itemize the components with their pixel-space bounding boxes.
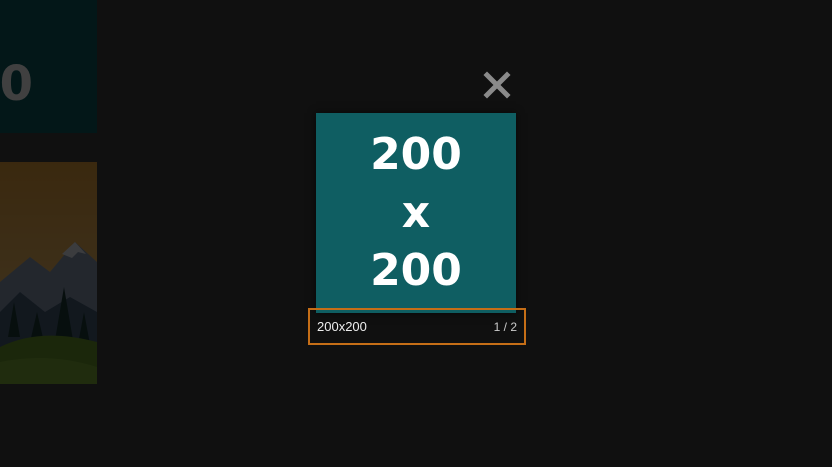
image-text-line-2: x: [401, 187, 431, 238]
image-text-line-3: 200: [370, 245, 462, 296]
close-button[interactable]: [480, 68, 514, 102]
image-counter: 1 / 2: [493, 320, 517, 334]
gallery-page: 200 x 200 200x200 1 / 2: [0, 0, 832, 467]
close-icon: [483, 71, 511, 99]
image-text-line-1: 200: [370, 129, 462, 180]
lightbox-image[interactable]: 200 x 200: [316, 113, 516, 313]
image-caption: 200x200: [317, 319, 367, 334]
caption-bar: 200x200 1 / 2: [308, 308, 526, 345]
